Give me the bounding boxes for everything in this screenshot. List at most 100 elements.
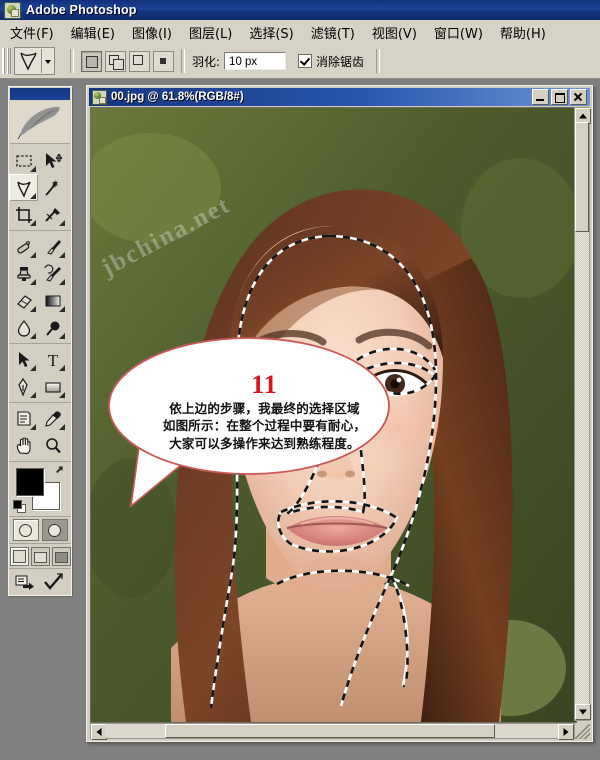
menu-item-view[interactable]: 视图(V)	[365, 21, 424, 44]
full-screen-mode-button[interactable]	[51, 546, 71, 566]
jump-to-imageready-group	[9, 569, 71, 595]
new-selection-button[interactable]	[81, 50, 102, 72]
menu-item-help[interactable]: 帮助(H)	[493, 21, 553, 44]
window-controls	[532, 89, 590, 105]
mask-mode-group	[9, 517, 71, 544]
swap-colors-icon[interactable]	[55, 464, 67, 476]
gradient-tool-button[interactable]	[38, 287, 67, 314]
toolbox-titlebar[interactable]	[10, 88, 70, 100]
chevron-down-icon[interactable]	[42, 49, 54, 73]
jump-to-imageready-button[interactable]	[15, 572, 39, 592]
antialias-control[interactable]: 消除锯齿	[298, 53, 364, 70]
tool-more-indicator	[30, 392, 36, 398]
close-button[interactable]	[570, 89, 587, 105]
active-tool-preset-picker[interactable]	[14, 47, 55, 75]
photoshop-icon	[4, 1, 21, 19]
photoshop-application-window: Adobe Photoshop 文件(F) 编辑(E) 图像(I) 图层(L) …	[0, 0, 600, 760]
horizontal-scrollbar[interactable]	[90, 723, 575, 740]
toolbox-feather-logo	[10, 101, 70, 144]
document-titlebar[interactable]: 00.jpg @ 61.8%(RGB/8#)	[89, 88, 590, 106]
maximize-button[interactable]	[551, 89, 568, 105]
quick-mask-mode-button[interactable]	[41, 519, 68, 541]
vertical-scrollbar[interactable]	[574, 107, 591, 721]
portrait-photo	[91, 108, 576, 722]
minimize-button[interactable]	[532, 89, 549, 105]
antialias-label: 消除锯齿	[316, 54, 365, 69]
subtract-from-selection-button[interactable]	[129, 50, 150, 72]
vertical-scroll-track[interactable]	[575, 122, 589, 706]
zoom-tool-button[interactable]	[38, 432, 67, 459]
hand-tool-button[interactable]	[9, 432, 38, 459]
document-title: 00.jpg @ 61.8%(RGB/8#)	[111, 91, 244, 103]
standard-screen-mode-button[interactable]	[9, 546, 29, 566]
horizontal-scroll-track[interactable]	[105, 724, 560, 738]
tool-more-indicator	[59, 333, 65, 339]
crop-tool-button[interactable]	[9, 201, 38, 228]
menubar: 文件(F) 编辑(E) 图像(I) 图层(L) 选择(S) 滤镜(T) 视图(V…	[0, 20, 600, 45]
eyedropper-tool-button[interactable]	[38, 405, 67, 432]
options-divider-2	[181, 49, 185, 73]
magic-wand-tool-button[interactable]	[38, 174, 67, 201]
menu-item-layer[interactable]: 图层(L)	[182, 21, 239, 44]
lasso-icon	[15, 49, 41, 73]
intersect-selection-button[interactable]	[153, 50, 174, 72]
menu-item-select[interactable]: 选择(S)	[242, 21, 300, 44]
move-tool-button[interactable]	[38, 147, 67, 174]
options-divider-3	[376, 49, 381, 73]
menu-item-edit[interactable]: 编辑(E)	[64, 21, 122, 44]
shape-tool-button[interactable]	[38, 373, 67, 400]
tool-more-indicator	[59, 279, 65, 285]
feather-input[interactable]: 10 px	[224, 52, 287, 70]
full-screen-with-menubar-button[interactable]	[30, 546, 50, 566]
brush-tool-button[interactable]	[38, 233, 67, 260]
imageready-checkmark-icon[interactable]	[42, 572, 66, 592]
window-resize-grip[interactable]	[575, 724, 590, 739]
history-brush-tool-button[interactable]	[38, 260, 67, 287]
toolbox-group-retouch	[9, 231, 71, 344]
dodge-tool-button[interactable]	[38, 314, 67, 341]
toolbox-group-selection	[9, 145, 71, 231]
notes-tool-button[interactable]	[9, 405, 38, 432]
default-colors-icon[interactable]	[13, 500, 26, 513]
scroll-down-button[interactable]	[575, 704, 591, 720]
tool-more-indicator	[30, 220, 36, 226]
eraser-tool-button[interactable]	[9, 287, 38, 314]
horizontal-scroll-thumb[interactable]	[165, 724, 495, 738]
menu-item-file[interactable]: 文件(F)	[3, 21, 61, 44]
tool-more-indicator	[30, 306, 36, 312]
menu-item-filter[interactable]: 滤镜(T)	[304, 21, 362, 44]
path-selection-tool-button[interactable]	[9, 346, 38, 373]
add-to-selection-button[interactable]	[105, 50, 126, 72]
vertical-scroll-thumb[interactable]	[575, 122, 589, 232]
marquee-tool-button[interactable]	[9, 147, 38, 174]
tool-more-indicator	[59, 365, 65, 371]
options-divider-1	[70, 49, 74, 73]
menu-item-window[interactable]: 窗口(W)	[427, 21, 490, 44]
healing-brush-tool-button[interactable]	[9, 233, 38, 260]
image-canvas[interactable]: jbchina.net	[90, 107, 577, 723]
tool-more-indicator	[59, 392, 65, 398]
tool-more-indicator	[59, 306, 65, 312]
standard-mask-mode-button[interactable]	[12, 519, 39, 541]
toolbox-group-vector: T	[9, 344, 71, 403]
antialias-checkbox[interactable]	[298, 54, 313, 68]
scroll-right-button[interactable]	[558, 724, 574, 740]
color-swatches	[9, 462, 71, 517]
tool-more-indicator	[59, 252, 65, 258]
lasso-tool-button[interactable]	[9, 174, 38, 201]
menu-item-image[interactable]: 图像(I)	[125, 21, 179, 44]
application-title: Adobe Photoshop	[26, 3, 137, 17]
options-bar-grip[interactable]	[2, 48, 11, 74]
type-tool-button[interactable]: T	[38, 346, 67, 373]
tool-more-indicator	[30, 166, 36, 172]
foreground-color-swatch[interactable]	[16, 468, 44, 496]
document-window: 00.jpg @ 61.8%(RGB/8#) jbchina.net 11 依上…	[86, 85, 593, 742]
slice-tool-button[interactable]	[38, 201, 67, 228]
document-icon	[92, 89, 107, 105]
toolbox-palette: T	[8, 86, 72, 596]
clone-stamp-tool-button[interactable]	[9, 260, 38, 287]
blur-tool-button[interactable]	[9, 314, 38, 341]
feather-label: 羽化:	[192, 54, 221, 69]
tool-more-indicator	[59, 424, 65, 430]
pen-tool-button[interactable]	[9, 373, 38, 400]
